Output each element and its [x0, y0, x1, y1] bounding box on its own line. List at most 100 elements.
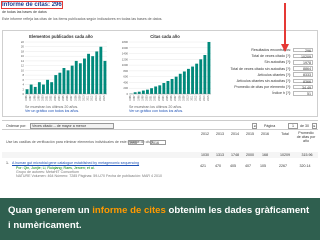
- chart-left-ytick-label: 8: [22, 73, 24, 77]
- sum-avg: 315.96: [301, 153, 313, 157]
- metric-value: 8864: [293, 66, 313, 71]
- year-col-3: 2014: [231, 132, 239, 136]
- chart-left-bar: [46, 79, 49, 94]
- chart-left-xtick-label: 2013: [95, 95, 98, 101]
- chart-right-bar: [146, 89, 149, 94]
- chart-left-xtick-label: 2012: [91, 95, 94, 101]
- report-description: Este informe refleja las citas de los ít…: [2, 17, 163, 21]
- chart-right-xtick-label: 2015: [207, 95, 210, 101]
- chart-right-bar: [154, 86, 158, 94]
- chart-right-bar: [207, 42, 211, 94]
- chart-left-title: Elementos publicados cada año: [29, 34, 93, 39]
- chart-left-bar: [103, 60, 107, 94]
- chart-right-bar: [203, 55, 207, 94]
- chart-right-xtick-label: 2001: [150, 95, 153, 101]
- chart-right-bar: [162, 83, 166, 94]
- metric-label: Sin autocitas [?]:: [264, 60, 291, 65]
- chart-right-footer-link[interactable]: Ver un gráfico con todos los años.: [129, 109, 183, 113]
- entry-total: 2267: [279, 164, 287, 168]
- chart-right-xtick-label: 2003: [158, 95, 161, 101]
- chart-left-ytick-label: 22: [21, 40, 25, 44]
- chart-left-svg: 02468101214161820221996 1997 1998 1999 2000 2…: [21, 40, 107, 101]
- chart-left-xtick-label: 2010: [82, 95, 85, 101]
- metric-row: Artículos citantes sin autocitas [?]: 836…: [225, 78, 315, 84]
- metric-row: Total de veces citado [?]: 10209: [225, 53, 315, 59]
- metric-label: Artículos citantes [?]:: [257, 72, 291, 77]
- caption-text: Quan generem un informe de cites obtenim…: [8, 203, 312, 233]
- chart-right-bar: [166, 81, 170, 94]
- chart-right-ytick-label: 1800: [122, 40, 129, 44]
- chart-right-ytick-label: 1000: [122, 63, 129, 67]
- chart-right-xtick-label: 2011: [191, 95, 194, 101]
- chart-left-bar: [50, 82, 54, 94]
- chart-right-xtick-label: 2004: [162, 95, 165, 101]
- metric-value: 296: [293, 47, 313, 53]
- metric-row: Promedio de citas por elemento [?]: 34.49: [225, 84, 315, 90]
- chart-left-bar: [58, 72, 62, 94]
- chart-right-bar: [137, 91, 141, 94]
- metric-row: Sin autocitas [?]: 1978: [225, 59, 315, 65]
- chart-right-ytick-label: 400: [123, 80, 128, 84]
- prev-page-icon[interactable]: ◂: [252, 123, 257, 129]
- chart-left-ytick-label: 14: [21, 59, 25, 63]
- chart-left-xtick-label: 2004: [58, 95, 61, 101]
- sum-2: 1313: [216, 153, 224, 157]
- chart-right-bar: [141, 90, 145, 94]
- chart-left-ytick-label: 4: [22, 83, 24, 87]
- chart-left-ytick-label: 6: [22, 78, 24, 82]
- chart-right-ytick-label: 1600: [122, 46, 129, 50]
- chart-left-xtick-label: 2014: [99, 95, 102, 101]
- chart-right-xtick-label: 2006: [170, 95, 173, 101]
- chart-right-xtick-label: 2014: [203, 95, 206, 101]
- metric-label: Total de veces citado [?]:: [251, 54, 291, 59]
- entry-index: 1.: [6, 161, 9, 165]
- entry-cite-4: 407: [245, 164, 251, 168]
- report-subtitle-line-1: de todas las bases de datos: [2, 10, 47, 14]
- chart-left-xtick-label: 2009: [78, 95, 81, 101]
- range-to-select[interactable]: 2016: [150, 140, 166, 145]
- chart-left-xtick-label: 1997: [29, 95, 32, 101]
- chart-right-xtick-label: 1999: [141, 95, 144, 101]
- chart-left-ytick-label: 0: [22, 92, 24, 96]
- chart-right-svg: 0200400600800100012001400160018001996 199…: [122, 40, 211, 101]
- annotation-arrow-line: [284, 3, 286, 45]
- chart-right-ytick-label: 1400: [122, 52, 129, 56]
- chart-left-xtick-label: 2005: [62, 95, 65, 101]
- page-of-label: de 30: [300, 124, 309, 128]
- chart-left-xtick-label: 1999: [37, 95, 40, 101]
- metric-label: Promedio de citas por elemento [?]:: [234, 85, 291, 90]
- sort-label: Ordenar por:: [6, 124, 27, 128]
- page-input[interactable]: 1: [288, 123, 298, 129]
- chart-left-bar: [91, 56, 95, 94]
- chart-left-bar: [42, 84, 45, 94]
- entry-cite-3: 405: [230, 164, 236, 168]
- chart-right-xtick-label: 2007: [174, 95, 177, 101]
- chart-left-footer: Se muestran los últimos 20 años. Ver un …: [25, 105, 79, 114]
- chart-right-ytick-label: 1200: [122, 57, 129, 61]
- chart-left-bar: [74, 60, 78, 94]
- annotation-arrow-head: [281, 44, 289, 52]
- range-from-select[interactable]: 1996: [128, 140, 144, 145]
- chart-right-bar: [199, 59, 203, 94]
- chart-left-ytick-label: 16: [21, 54, 25, 58]
- metric-value: 8333: [293, 72, 313, 77]
- chart-left-xtick-label: 2008: [74, 95, 77, 101]
- next-page-icon[interactable]: ▸: [312, 123, 317, 129]
- title-highlight-box: [1, 1, 63, 9]
- metric-value: 51: [293, 90, 313, 96]
- chart-right-footer: Se muestran los últimos 20 años. Ver un …: [129, 105, 183, 114]
- caption-part-1: Quan generem un: [8, 205, 93, 216]
- sum-3: 1748: [231, 153, 239, 157]
- chart-left-ytick-label: 12: [21, 64, 25, 68]
- entry-publication: NATURE Volumen: 464 Número: 7285 Páginas…: [16, 173, 162, 178]
- chart-right-bar: [178, 73, 182, 94]
- chart-left-ytick-label: 10: [21, 68, 25, 72]
- chart-left-bar: [29, 84, 33, 94]
- chart-left-ytick-label: 2: [22, 87, 24, 91]
- chart-left-footer-link[interactable]: Ver un gráfico con todos los años.: [25, 109, 79, 113]
- chart-left-bar: [95, 51, 99, 94]
- entry-cite-5: 105: [260, 164, 266, 168]
- sort-select[interactable]: Veces citado -- de mayor a menor: [30, 123, 114, 129]
- chart-citations: Citas cada año 0 200 400 600 800 1000 1200 1400…: [117, 34, 213, 104]
- chart-left-bar: [99, 46, 103, 94]
